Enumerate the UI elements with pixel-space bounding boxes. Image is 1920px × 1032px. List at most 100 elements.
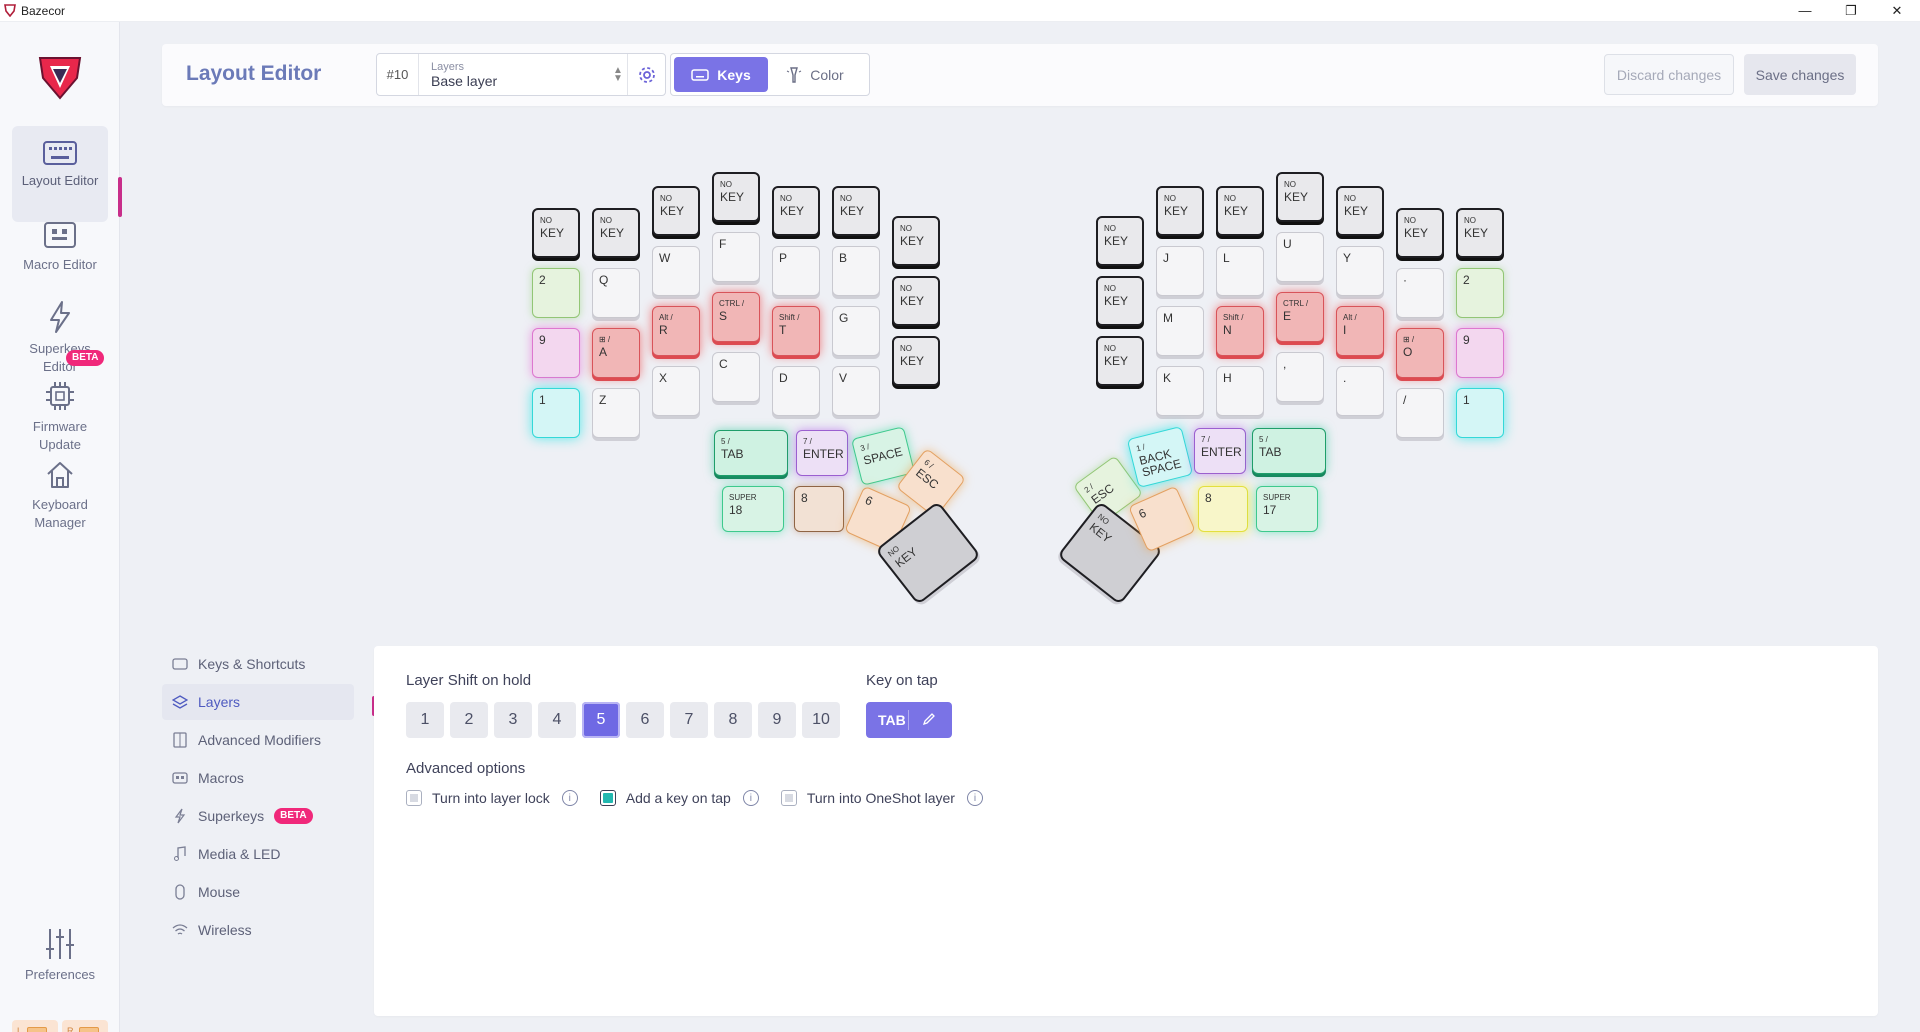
key[interactable]: 1 /BACK SPACE	[1126, 425, 1194, 489]
menu-layers[interactable]: Layers	[162, 684, 354, 720]
key[interactable]: L	[1216, 246, 1264, 296]
key[interactable]: NO KEY	[892, 336, 940, 386]
key[interactable]: Alt / I	[1336, 306, 1384, 356]
key-on-tap-checkbox[interactable]	[599, 790, 616, 806]
key[interactable]: .	[1336, 366, 1384, 416]
battery-left-icon	[27, 1026, 48, 1032]
key[interactable]: G	[832, 306, 880, 356]
menu-superkeys[interactable]: Superkeys BETA	[162, 798, 354, 834]
key[interactable]: SUPER 17	[1256, 486, 1318, 532]
media-icon	[172, 846, 188, 862]
nav-preferences[interactable]: Preferences	[12, 927, 108, 982]
key[interactable]: M	[1156, 306, 1204, 356]
key[interactable]: SUPER 18	[722, 486, 784, 532]
key[interactable]: B	[832, 246, 880, 296]
key[interactable]: NO KEY	[1216, 186, 1264, 236]
layer-button-9[interactable]: 9	[758, 702, 796, 738]
key[interactable]: 1	[1456, 388, 1504, 438]
key[interactable]: Y	[1336, 246, 1384, 296]
layers-panel: Layer Shift on hold 1 2 3 4 5 6 7 8 9 10…	[374, 646, 1878, 1016]
layer-button-5[interactable]: 5	[582, 702, 620, 738]
key[interactable]: C	[712, 352, 760, 402]
key[interactable]: /	[1396, 388, 1444, 438]
menu-wireless[interactable]: Wireless	[162, 912, 354, 948]
key[interactable]: NO KEY	[1456, 208, 1504, 258]
battery-left[interactable]: L	[12, 1020, 58, 1032]
key[interactable]: V	[832, 366, 880, 416]
key[interactable]: NO KEY	[652, 186, 700, 236]
key[interactable]: NO KEY	[712, 172, 760, 222]
key[interactable]: NO KEY	[1096, 336, 1144, 386]
key[interactable]: 5 /TAB	[714, 430, 788, 476]
key[interactable]: W	[652, 246, 700, 296]
key[interactable]: ·	[1396, 268, 1444, 318]
layer-button-1[interactable]: 1	[406, 702, 444, 738]
key[interactable]: 8	[1198, 486, 1248, 532]
key[interactable]: J	[1156, 246, 1204, 296]
menu-mouse[interactable]: Mouse	[162, 874, 354, 910]
oneshot-checkbox[interactable]	[780, 790, 797, 806]
key[interactable]: CTRL / E	[1276, 292, 1324, 342]
key[interactable]: NO KEY	[1396, 208, 1444, 258]
key[interactable]: CTRL / S	[712, 292, 760, 342]
key[interactable]: NO KEY	[532, 208, 580, 258]
layer-button-3[interactable]: 3	[494, 702, 532, 738]
key[interactable]: 2	[1456, 268, 1504, 318]
key[interactable]: 9	[532, 328, 580, 378]
layer-button-7[interactable]: 7	[670, 702, 708, 738]
key[interactable]: 8	[794, 486, 844, 532]
key[interactable]: H	[1216, 366, 1264, 416]
key[interactable]: NO KEY	[1276, 172, 1324, 222]
key-on-tap-title: Key on tap	[866, 672, 938, 689]
key[interactable]: 9	[1456, 328, 1504, 378]
key[interactable]: NO KEY	[1096, 276, 1144, 326]
layers-icon	[172, 694, 188, 710]
key[interactable]: NO KEY	[1096, 216, 1144, 266]
menu-superkeys-label: Superkeys	[198, 808, 265, 824]
layer-button-8[interactable]: 8	[714, 702, 752, 738]
key-on-tap-button[interactable]: TAB	[866, 702, 952, 738]
key[interactable]: NO KEY	[772, 186, 820, 236]
layer-button-6[interactable]: 6	[626, 702, 664, 738]
info-icon[interactable]: i	[966, 790, 983, 806]
key[interactable]: Z	[592, 388, 640, 438]
key[interactable]: U	[1276, 232, 1324, 282]
menu-macros[interactable]: Macros	[162, 760, 354, 796]
key[interactable]: Shift / T	[772, 306, 820, 356]
option-key-on-tap[interactable]: Add a key on tap i	[599, 790, 759, 806]
key[interactable]: P	[772, 246, 820, 296]
menu-advanced-modifiers[interactable]: Advanced Modifiers	[162, 722, 354, 758]
layer-button-2[interactable]: 2	[450, 702, 488, 738]
key[interactable]: F	[712, 232, 760, 282]
key[interactable]: X	[652, 366, 700, 416]
key[interactable]: 5 /TAB	[1252, 428, 1326, 474]
menu-media-led[interactable]: Media & LED	[162, 836, 354, 872]
key[interactable]: NO KEY	[592, 208, 640, 258]
key[interactable]: Q	[592, 268, 640, 318]
key[interactable]: 7 /ENTER	[796, 430, 848, 476]
key[interactable]: 1	[532, 388, 580, 438]
key[interactable]: 2	[532, 268, 580, 318]
option-layer-lock[interactable]: Turn into layer lock i	[406, 790, 578, 806]
info-icon[interactable]: i	[561, 790, 578, 806]
key[interactable]: NO KEY	[1156, 186, 1204, 236]
key[interactable]: NO KEY	[1336, 186, 1384, 236]
option-oneshot[interactable]: Turn into OneShot layer i	[780, 790, 983, 806]
key[interactable]: D	[772, 366, 820, 416]
battery-right[interactable]: R	[62, 1020, 108, 1032]
layer-lock-checkbox[interactable]	[406, 790, 422, 806]
info-icon[interactable]: i	[742, 790, 759, 806]
key[interactable]: NO KEY	[892, 216, 940, 266]
key[interactable]: Alt / R	[652, 306, 700, 356]
key[interactable]: ,	[1276, 352, 1324, 402]
layer-button-4[interactable]: 4	[538, 702, 576, 738]
key[interactable]: NO KEY	[832, 186, 880, 236]
key[interactable]: Shift / N	[1216, 306, 1264, 356]
key[interactable]: ⊞ / O	[1396, 328, 1444, 378]
key[interactable]: NO KEY	[892, 276, 940, 326]
key[interactable]: ⊞ / A	[592, 328, 640, 378]
menu-keys-shortcuts[interactable]: Keys & Shortcuts	[162, 646, 354, 682]
key[interactable]: 7 /ENTER	[1194, 428, 1246, 474]
layer-button-10[interactable]: 10	[802, 702, 840, 738]
key[interactable]: K	[1156, 366, 1204, 416]
